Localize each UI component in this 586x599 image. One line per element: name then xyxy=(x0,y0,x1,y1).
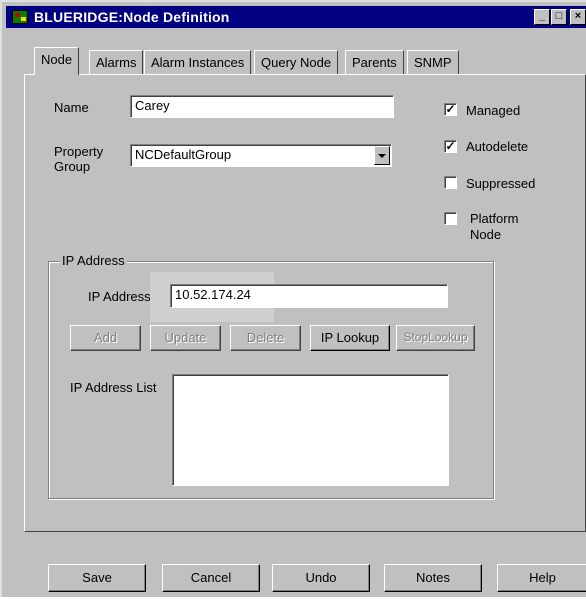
update-button[interactable]: Update xyxy=(150,325,221,351)
notes-button[interactable]: Notes xyxy=(384,564,482,592)
help-button[interactable]: Help xyxy=(497,564,586,592)
undo-button[interactable]: Undo xyxy=(272,564,370,592)
ip-address-list-label: IP Address List xyxy=(70,380,157,395)
suppressed-label: Suppressed xyxy=(466,176,536,191)
ip-address-label: IP Address xyxy=(88,289,151,304)
platform-node-label-line1: Platform xyxy=(470,211,519,226)
platform-node-checkbox[interactable] xyxy=(444,212,457,225)
node-definition-window: BLUERIDGE:Node Definition _ □ × Node Ala… xyxy=(0,0,586,597)
name-field[interactable]: Carey xyxy=(130,95,394,118)
platform-node-label-line2: Node xyxy=(470,227,502,242)
chevron-down-icon[interactable] xyxy=(374,146,390,165)
delete-button[interactable]: Delete xyxy=(230,325,301,351)
property-group-value: NCDefaultGroup xyxy=(135,147,232,162)
autodelete-checkbox[interactable]: ✓ xyxy=(444,140,457,153)
property-group-label-line2: Group xyxy=(54,159,91,174)
suppressed-checkbox[interactable] xyxy=(444,176,457,189)
cancel-button[interactable]: Cancel xyxy=(162,564,260,592)
stop-lookup-button[interactable]: StopLookup xyxy=(396,325,475,351)
ip-address-group-title: IP Address xyxy=(60,253,127,268)
name-label: Name xyxy=(54,100,89,115)
ip-address-list[interactable] xyxy=(172,374,449,486)
ip-address-field[interactable]: 10.52.174.24 xyxy=(170,284,448,308)
ip-lookup-button[interactable]: IP Lookup xyxy=(310,325,390,351)
property-group-label-line1: Property xyxy=(54,144,104,159)
managed-label: Managed xyxy=(466,103,521,118)
property-group-dropdown[interactable]: NCDefaultGroup xyxy=(130,144,392,167)
save-button[interactable]: Save xyxy=(48,564,146,592)
add-button[interactable]: Add xyxy=(70,325,141,351)
managed-checkbox[interactable]: ✓ xyxy=(444,103,457,116)
autodelete-label: Autodelete xyxy=(466,139,529,154)
